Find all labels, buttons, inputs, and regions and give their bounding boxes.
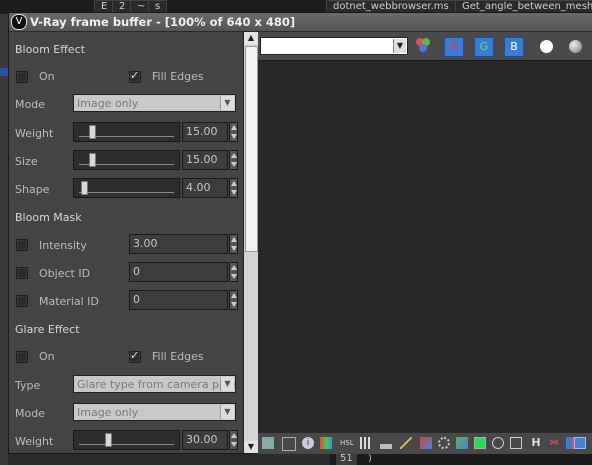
background-marker	[0, 68, 8, 76]
scroll-up-icon[interactable]: ▲	[244, 32, 258, 44]
glare-type-dropdown[interactable]: Glare type from camera param ▼	[73, 375, 236, 393]
intensity-label: Intensity	[39, 239, 87, 252]
glare-weight-spinner[interactable]	[229, 430, 238, 450]
bloom-weight-label: Weight	[15, 127, 54, 140]
bloom-weight-field[interactable]: 15.00	[182, 122, 228, 142]
window-title: V-Ray frame buffer - [100% of 640 x 480]	[30, 15, 296, 29]
bloom-weight-slider[interactable]	[73, 122, 180, 142]
render-viewport[interactable]	[258, 60, 592, 433]
hsl-icon[interactable]: HSL	[340, 437, 354, 449]
intensity-spinner[interactable]	[229, 234, 238, 254]
material-id-checkbox[interactable]	[16, 295, 28, 307]
glare-type-value: Glare type from camera param	[77, 378, 236, 391]
bloom-mode-dropdown[interactable]: Image only ▼	[73, 94, 236, 112]
bloom-mode-value: Image only	[77, 97, 139, 110]
color-correct-icon[interactable]	[320, 437, 332, 449]
material-id-label: Material ID	[39, 295, 99, 308]
lens-effects-panel: Bloom Effect On Fill Edges Mode Image on…	[9, 32, 243, 453]
red-channel-button[interactable]: R	[444, 37, 464, 57]
lut-icon[interactable]	[420, 437, 432, 449]
bloom-shape-field[interactable]: 4.00	[182, 178, 228, 198]
compare-icon[interactable]: ⋈	[548, 437, 560, 449]
ocio-icon[interactable]	[474, 437, 486, 449]
slider-thumb[interactable]	[105, 433, 112, 447]
glare-on-checkbox[interactable]	[16, 351, 28, 363]
background-icon[interactable]	[456, 437, 468, 449]
viewport-toolbar: ▼ R G B	[258, 32, 592, 60]
vray-logo-icon: V	[11, 14, 27, 30]
scrollbar-thumb[interactable]	[245, 46, 258, 252]
bloom-shape-spinner[interactable]	[229, 178, 238, 198]
rgb-channels-icon[interactable]	[416, 38, 432, 54]
mono-white-icon[interactable]	[540, 40, 553, 53]
scroll-down-icon[interactable]: ▼	[244, 441, 258, 453]
slider-thumb[interactable]	[89, 153, 96, 167]
material-id-field[interactable]: 0	[129, 290, 228, 310]
curves-icon[interactable]	[400, 437, 412, 449]
intensity-field[interactable]: 3.00	[129, 234, 228, 254]
bloom-mask-heading: Bloom Mask	[15, 211, 82, 224]
bloom-effect-heading: Bloom Effect	[15, 43, 85, 56]
glare-weight-label: Weight	[15, 435, 54, 448]
bloom-fill-edges-label: Fill Edges	[152, 70, 204, 83]
white-balance-icon[interactable]	[492, 437, 504, 449]
glare-weight-field[interactable]: 30.00	[182, 430, 228, 450]
history-icon[interactable]	[282, 437, 296, 451]
glare-mode-value: Image only	[77, 406, 139, 419]
histogram-icon[interactable]	[380, 437, 392, 449]
alpha-sphere-icon[interactable]	[569, 40, 582, 53]
object-id-field[interactable]: 0	[129, 262, 228, 282]
chevron-down-icon: ▼	[220, 377, 234, 391]
lens-icon[interactable]	[510, 437, 522, 449]
blue-channel-button[interactable]: B	[504, 37, 524, 57]
slider-thumb[interactable]	[89, 125, 96, 139]
title-bar[interactable]: V V-Ray frame buffer - [100% of 640 x 48…	[9, 13, 592, 32]
bloom-on-label: On	[39, 70, 55, 83]
levels-icon[interactable]	[360, 437, 372, 449]
material-id-spinner[interactable]	[229, 290, 238, 310]
background-left-strip	[0, 14, 8, 465]
exposure-icon[interactable]	[438, 437, 450, 449]
object-id-label: Object ID	[39, 267, 91, 280]
glare-weight-slider[interactable]	[73, 430, 180, 450]
glare-mode-label: Mode	[15, 407, 45, 420]
glare-fill-edges-checkbox[interactable]	[129, 349, 141, 363]
bloom-shape-label: Shape	[15, 183, 50, 196]
chevron-down-icon: ▼	[393, 39, 406, 53]
info-icon[interactable]: i	[302, 437, 314, 449]
bottom-toolbar: i HSL H ⋈	[258, 432, 592, 454]
bloom-size-field[interactable]: 15.00	[182, 150, 228, 170]
vray-frame-buffer-window: V V-Ray frame buffer - [100% of 640 x 48…	[8, 12, 592, 454]
glare-effect-heading: Glare Effect	[15, 323, 80, 336]
chevron-down-icon: ▼	[220, 405, 234, 419]
bloom-fill-edges-checkbox[interactable]	[129, 69, 141, 83]
slider-thumb[interactable]	[81, 181, 88, 195]
bloom-size-label: Size	[15, 155, 38, 168]
bloom-mode-label: Mode	[15, 98, 45, 111]
bloom-shape-slider[interactable]	[73, 178, 180, 198]
bloom-size-slider[interactable]	[73, 150, 180, 170]
bloom-weight-spinner[interactable]	[229, 122, 238, 142]
h-icon[interactable]: H	[530, 437, 542, 449]
glare-on-label: On	[39, 350, 55, 363]
glare-fill-edges-label: Fill Edges	[152, 350, 204, 363]
panel-scrollbar[interactable]: ▲ ▼	[243, 32, 258, 453]
save-icon[interactable]	[262, 437, 274, 449]
glare-type-label: Type	[15, 379, 41, 392]
bloom-size-spinner[interactable]	[229, 150, 238, 170]
object-id-checkbox[interactable]	[16, 267, 28, 279]
chevron-down-icon: ▼	[220, 96, 234, 110]
stamp-icon[interactable]	[574, 437, 586, 449]
bloom-on-checkbox[interactable]	[16, 71, 28, 83]
intensity-checkbox[interactable]	[16, 239, 28, 251]
render-channel-dropdown[interactable]: ▼	[260, 37, 408, 55]
glare-mode-dropdown[interactable]: Image only ▼	[73, 403, 236, 421]
object-id-spinner[interactable]	[229, 262, 238, 282]
green-channel-button[interactable]: G	[474, 37, 494, 57]
